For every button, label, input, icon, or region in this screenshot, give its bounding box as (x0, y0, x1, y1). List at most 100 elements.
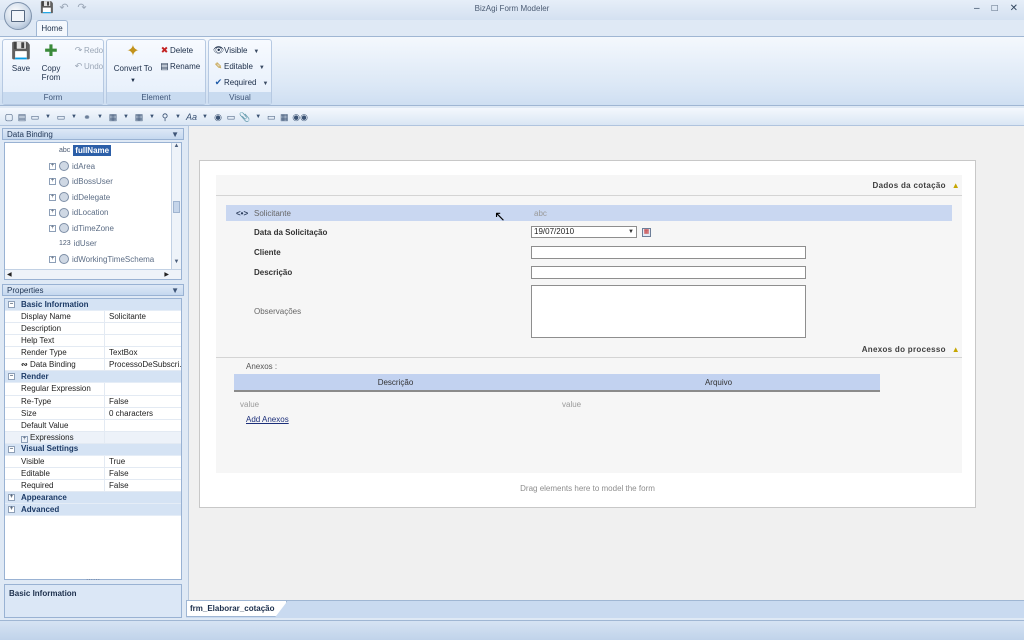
calendar-icon[interactable]: ▦ (642, 227, 651, 237)
chevron-down-icon[interactable]: ▼ (69, 111, 79, 123)
chevron-down-icon[interactable]: ▼ (173, 111, 183, 123)
property-row[interactable]: Description (5, 323, 181, 336)
chevron-down-icon[interactable]: ▼ (200, 111, 210, 123)
cliente-input[interactable] (531, 245, 806, 259)
tree-item[interactable]: + idTimeZone (5, 221, 171, 237)
expand-icon[interactable]: + (49, 193, 56, 201)
tab-icon[interactable]: ▤ (17, 111, 27, 123)
copy-from-button[interactable]: ✚ Copy From (37, 42, 65, 82)
expand-icon[interactable]: + (49, 255, 56, 263)
chevron-left-icon[interactable]: ◀ (7, 271, 12, 278)
editable-button[interactable]: ✎ Editable ▼ (213, 60, 265, 72)
grid-icon[interactable]: ▦ (134, 111, 144, 123)
form-canvas[interactable]: Dados da cotação ▲ <•> Solicitante abc Da… (188, 126, 1024, 602)
expand-icon[interactable]: + (49, 178, 56, 186)
pin-icon[interactable]: ▼ (171, 285, 179, 297)
horizontal-scrollbar[interactable]: ◀ ▶ (5, 269, 181, 279)
scroll-thumb[interactable] (173, 201, 180, 213)
link-icon[interactable]: ⚭ (82, 111, 92, 123)
table-icon[interactable]: ▦ (279, 111, 289, 123)
redo-button[interactable]: ↷ Redo (73, 44, 103, 56)
expand-icon[interactable]: + (8, 506, 15, 514)
section-title-anexos[interactable]: Anexos do processo ▲ (862, 345, 960, 354)
property-row[interactable]: Regular Expression (5, 383, 181, 396)
save-button[interactable]: 💾 Save (7, 42, 35, 73)
property-row[interactable]: Re-Type False (5, 395, 181, 408)
property-row[interactable]: Help Text (5, 335, 181, 348)
form-container[interactable]: Dados da cotação ▲ <•> Solicitante abc Da… (199, 160, 976, 508)
chevron-up-icon[interactable]: ▲ (172, 143, 181, 153)
calendar-icon[interactable]: ▦ (108, 111, 118, 123)
radio-icon[interactable]: ◉ (213, 111, 223, 123)
undo-button[interactable]: ↶ Undo (73, 60, 103, 72)
expand-icon[interactable]: + (49, 162, 56, 170)
label-icon[interactable]: ▭ (226, 111, 236, 123)
grid-column-descricao[interactable]: Descrição (234, 374, 557, 390)
binoculars-icon[interactable]: ◉◉ (292, 111, 308, 123)
expand-icon[interactable]: + (8, 494, 15, 502)
chevron-down-icon[interactable]: ▼ (43, 111, 53, 123)
category-appearance[interactable]: + Appearance (5, 492, 181, 505)
tree-item[interactable]: + idLocation (5, 205, 171, 221)
date-input[interactable]: 19/07/2010 ▼ (531, 226, 637, 238)
property-row[interactable]: Render Type TextBox (5, 347, 181, 360)
search-icon[interactable]: ⚲ (160, 111, 170, 123)
property-row[interactable]: Size 0 characters (5, 407, 181, 420)
add-anexos-link[interactable]: Add Anexos (246, 415, 289, 424)
expand-icon[interactable]: + (49, 224, 56, 232)
tree-item-fullname[interactable]: abc fullName (5, 143, 171, 159)
tree-item[interactable]: + idDelegate (5, 190, 171, 206)
visible-button[interactable]: 👁Visible ▼ (213, 44, 259, 56)
tree-item[interactable]: 123 idUser (5, 236, 171, 252)
minimize-icon[interactable]: – (974, 3, 980, 14)
category-visual-settings[interactable]: – Visual Settings (5, 443, 181, 456)
tree-item[interactable]: + idWorkingTimeSchema (5, 252, 171, 268)
chevron-down-icon[interactable]: ▼ (253, 111, 263, 123)
chevron-right-icon[interactable]: ▶ (164, 271, 169, 278)
attachment-icon[interactable]: 📎 (239, 111, 250, 123)
convert-to-button[interactable]: ✦ Convert To ▼ (111, 42, 155, 86)
vertical-scrollbar[interactable]: ▲ ▼ (171, 143, 181, 269)
property-row[interactable]: Editable False (5, 468, 181, 481)
chevron-down-icon[interactable]: ▼ (147, 111, 157, 123)
expand-icon[interactable]: + (21, 435, 28, 443)
collapse-arrow-icon[interactable]: ▲ (952, 181, 960, 190)
property-row-expressions[interactable]: + Expressions (5, 431, 181, 444)
required-button[interactable]: ✔ Required ▼ (213, 76, 269, 88)
font-icon[interactable]: Aa (186, 111, 197, 123)
chevron-down-icon[interactable]: ▼ (628, 227, 634, 237)
button-icon[interactable]: ▭ (266, 111, 276, 123)
maximize-icon[interactable]: □ (992, 3, 998, 14)
field-solicitante[interactable]: <•> Solicitante abc (226, 205, 952, 221)
chevron-down-icon[interactable]: ▼ (95, 111, 105, 123)
property-row[interactable]: ∾ Data Binding ProcessoDeSubscri... (5, 359, 181, 372)
document-tab[interactable]: frm_Elaborar_cotação (186, 601, 288, 617)
tab-home[interactable]: Home (36, 20, 68, 36)
descricao-input[interactable] (531, 265, 806, 279)
section-title-dados[interactable]: Dados da cotação ▲ (873, 181, 960, 190)
collapse-icon[interactable]: – (8, 301, 15, 308)
pin-icon[interactable]: ▼ (171, 129, 179, 141)
tree-item[interactable]: + idArea (5, 159, 171, 175)
observacoes-textarea[interactable] (531, 285, 806, 338)
rename-button[interactable]: ▤Rename (159, 60, 200, 72)
property-row[interactable]: Display Name Solicitante (5, 311, 181, 324)
category-basic-information[interactable]: – Basic Information (5, 299, 181, 311)
property-row[interactable]: Required False (5, 480, 181, 493)
panel-icon[interactable]: ▢ (4, 111, 14, 123)
property-row[interactable]: Visible True (5, 455, 181, 469)
collapse-icon[interactable]: – (8, 373, 15, 381)
category-render[interactable]: – Render (5, 371, 181, 384)
app-menu-button[interactable] (4, 2, 32, 30)
collapse-arrow-icon[interactable]: ▲ (952, 345, 960, 354)
chevron-down-icon[interactable]: ▼ (172, 259, 181, 269)
chevron-down-icon[interactable]: ▼ (121, 111, 131, 123)
tree-item[interactable]: + idBossUser (5, 174, 171, 190)
expand-icon[interactable]: + (49, 209, 56, 217)
collapse-icon[interactable]: – (8, 445, 15, 453)
combo-icon[interactable]: ▭ (56, 111, 66, 123)
close-icon[interactable]: ✕ (1010, 3, 1018, 14)
category-advanced[interactable]: + Advanced (5, 504, 181, 517)
delete-button[interactable]: ✖ Delete (159, 44, 193, 56)
property-row[interactable]: Default Value (5, 419, 181, 432)
